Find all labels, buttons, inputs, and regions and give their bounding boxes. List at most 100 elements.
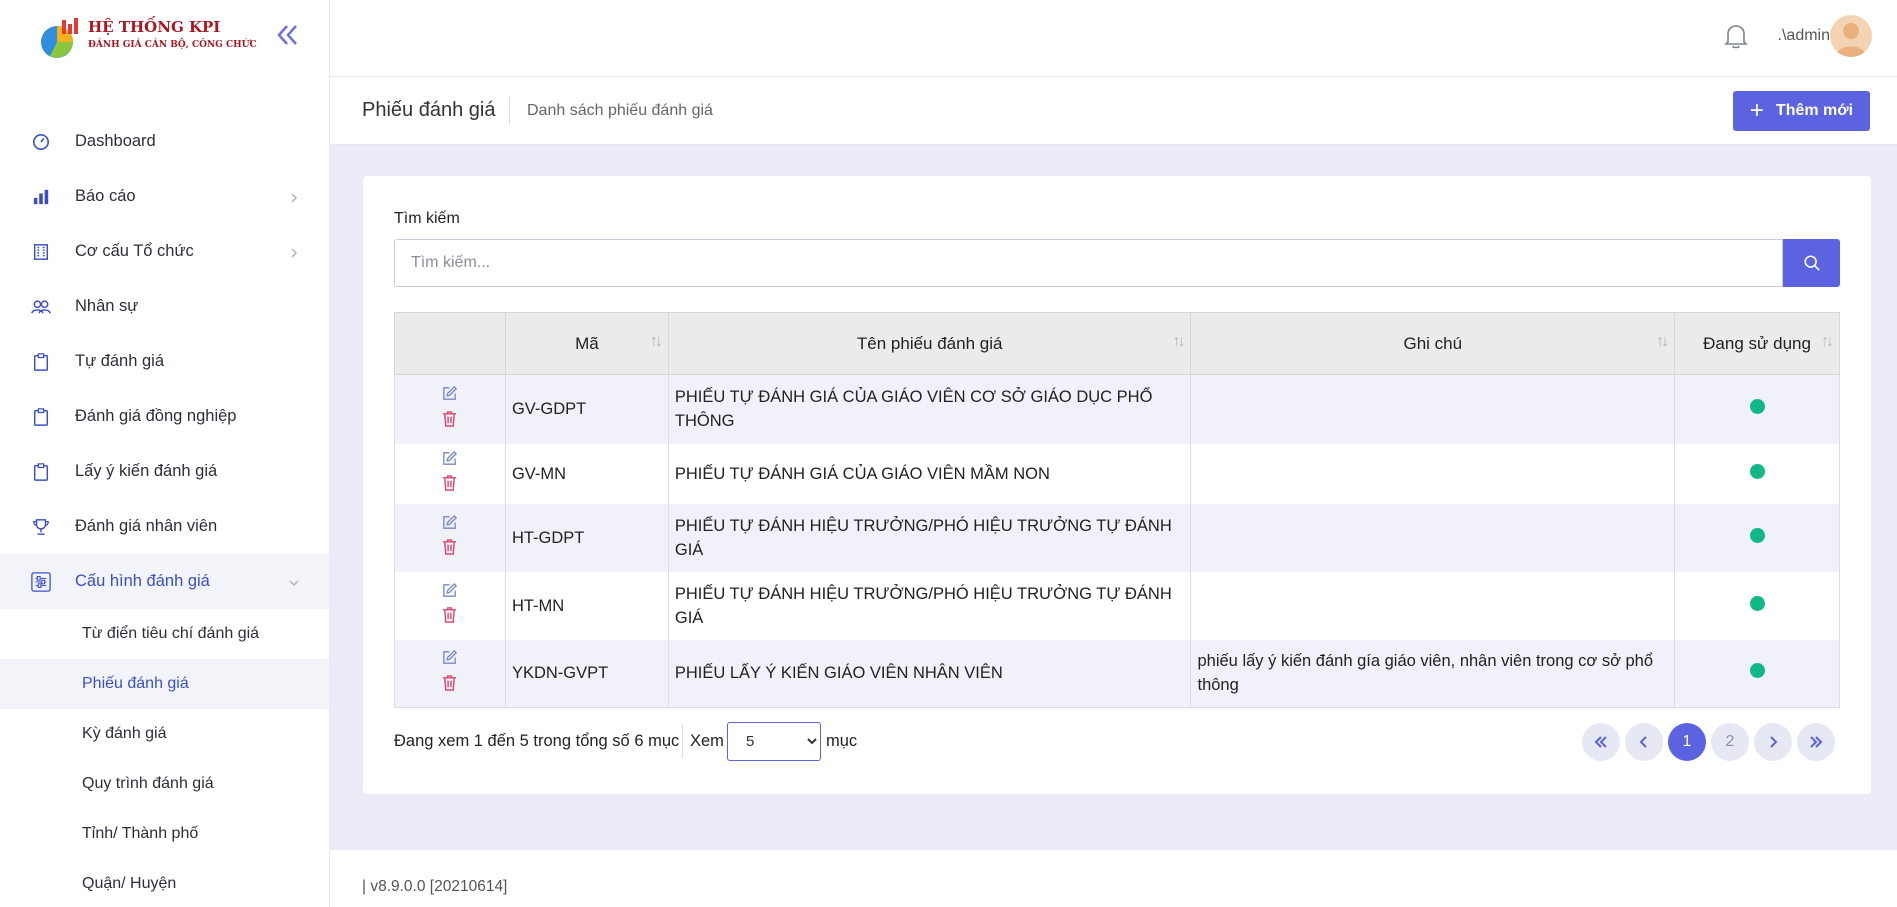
cell-active bbox=[1674, 443, 1840, 504]
page-button-1[interactable]: 1 bbox=[1668, 723, 1706, 761]
sidebar-item-staff-evaluation[interactable]: Đánh giá nhân viên bbox=[0, 499, 329, 554]
brand-subtitle: ĐÁNH GIÁ CÁN BỘ, CÔNG CHỨC bbox=[88, 40, 257, 50]
clipboard-icon bbox=[30, 461, 52, 483]
sidebar-item-opinion-survey[interactable]: Lấy ý kiến đánh giá bbox=[0, 444, 329, 499]
sidebar-item-label: Đánh giá nhân viên bbox=[75, 517, 218, 535]
search-input[interactable] bbox=[394, 239, 1783, 287]
pagination-divider bbox=[682, 724, 683, 758]
table-row: YKDN-GVPT PHIẾU LẤY Ý KIẾN GIÁO VIÊN NHÂ… bbox=[394, 639, 1840, 708]
sidebar-item-reports[interactable]: Báo cáo bbox=[0, 169, 329, 224]
bell-icon[interactable] bbox=[1723, 22, 1749, 50]
sidebar-item-label: Đánh giá đồng nghiệp bbox=[75, 407, 237, 425]
first-page-button[interactable] bbox=[1582, 723, 1620, 761]
edit-icon[interactable] bbox=[441, 649, 458, 673]
table-row: GV-GDPT PHIẾU TỰ ĐÁNH GIÁ CỦA GIÁO VIÊN … bbox=[394, 374, 1840, 444]
add-new-label: Thêm mới bbox=[1775, 102, 1854, 119]
edit-icon[interactable] bbox=[441, 582, 458, 606]
sidebar-menu: Dashboard Báo cáo Cơ cấu Tổ chức Nhân sự bbox=[0, 114, 329, 907]
topbar: .\admin bbox=[330, 0, 1897, 77]
sidebar-subitem-districts[interactable]: Quận/ Huyện bbox=[0, 859, 329, 907]
cell-code: HT-MN bbox=[504, 571, 669, 640]
bar-chart-icon bbox=[30, 186, 52, 208]
active-status-dot bbox=[1749, 595, 1765, 611]
search-button[interactable] bbox=[1783, 239, 1840, 287]
delete-icon[interactable] bbox=[442, 674, 457, 698]
column-header-note[interactable]: Ghi chú ↑↓ bbox=[1190, 312, 1676, 375]
cell-active bbox=[1674, 571, 1840, 640]
add-new-button[interactable]: + Thêm mới bbox=[1733, 91, 1870, 131]
chevron-right-icon bbox=[1770, 736, 1778, 748]
cell-code: GV-MN bbox=[504, 443, 669, 504]
sidebar-item-evaluation-config[interactable]: Cấu hình đánh giá bbox=[0, 554, 329, 609]
cell-name: PHIẾU TỰ ĐÁNH HIỆU TRƯỞNG/PHÓ HIỆU TRƯỞN… bbox=[667, 571, 1192, 640]
delete-icon[interactable] bbox=[442, 474, 457, 498]
page-size-unit: mục bbox=[826, 732, 858, 750]
content-card: Tìm kiếm Mã↑↓ Tên phiếu đánh giá↑↓ Ghi c… bbox=[363, 176, 1871, 794]
active-status-dot bbox=[1749, 399, 1765, 415]
sidebar-item-label: Cấu hình đánh giá bbox=[75, 572, 210, 590]
delete-icon[interactable] bbox=[442, 538, 457, 562]
edit-icon[interactable] bbox=[441, 514, 458, 538]
page-subtitle: Danh sách phiếu đánh giá bbox=[527, 102, 713, 119]
page-size-select[interactable]: 5 bbox=[727, 722, 821, 761]
page-title: Phiếu đánh giá bbox=[362, 99, 496, 121]
sidebar-item-dashboard[interactable]: Dashboard bbox=[0, 114, 329, 169]
sidebar-subitem-criteria-dictionary[interactable]: Từ điển tiêu chí đánh giá bbox=[0, 609, 329, 659]
cell-note bbox=[1190, 443, 1676, 504]
sidebar-item-peer-evaluation[interactable]: Đánh giá đồng nghiệp bbox=[0, 389, 329, 444]
settings-sliders-icon bbox=[30, 571, 52, 593]
row-actions bbox=[394, 571, 506, 640]
column-header-name[interactable]: Tên phiếu đánh giá ↑↓ bbox=[667, 312, 1192, 375]
delete-icon[interactable] bbox=[442, 410, 457, 434]
sidebar-item-self-evaluation[interactable]: Tự đánh giá bbox=[0, 334, 329, 389]
table-row: HT-MN PHIẾU TỰ ĐÁNH HIỆU TRƯỞNG/PHÓ HIỆU… bbox=[394, 571, 1840, 640]
users-icon bbox=[30, 296, 52, 318]
sidebar: HỆ THỐNG KPI ĐÁNH GIÁ CÁN BỘ, CÔNG CHỨC … bbox=[0, 0, 330, 907]
sort-icon: ↑↓ bbox=[1172, 333, 1185, 350]
active-status-dot bbox=[1749, 463, 1765, 479]
next-page-button[interactable] bbox=[1754, 723, 1792, 761]
sidebar-item-label: Cơ cấu Tổ chức bbox=[75, 242, 194, 260]
sidebar-subitem-evaluation-forms[interactable]: Phiếu đánh giá bbox=[0, 659, 329, 709]
cell-name: PHIẾU TỰ ĐÁNH HIỆU TRƯỞNG/PHÓ HIỆU TRƯỞN… bbox=[667, 503, 1192, 572]
building-icon bbox=[30, 241, 52, 263]
sort-icon: ↑↓ bbox=[1656, 333, 1669, 350]
evaluation-forms-table: Mã ↑↓ Tên phiếu đánh giá ↑↓ Ghi chú ↑↓ Đang… bbox=[394, 312, 1840, 708]
edit-icon[interactable] bbox=[441, 450, 458, 474]
sort-icon: ↑↓ bbox=[1821, 333, 1834, 350]
column-header-code[interactable]: Mã ↑↓ bbox=[504, 312, 669, 375]
sidebar-item-personnel[interactable]: Nhân sự bbox=[0, 279, 329, 334]
pagination-info: Đang xem 1 đến 5 trong tổng số 6 mục bbox=[394, 732, 680, 750]
sidebar-item-label: Nhân sự bbox=[75, 297, 139, 315]
sidebar-subitem-evaluation-periods[interactable]: Kỳ đánh giá bbox=[0, 709, 329, 759]
cell-code: HT-GDPT bbox=[504, 503, 669, 572]
page-button-2[interactable]: 2 bbox=[1711, 723, 1749, 761]
avatar[interactable] bbox=[1830, 15, 1872, 57]
cell-name: PHIẾU TỰ ĐÁNH GIÁ CỦA GIÁO VIÊN CƠ SỞ GI… bbox=[667, 374, 1192, 444]
brand-logo[interactable]: HỆ THỐNG KPI ĐÁNH GIÁ CÁN BỘ, CÔNG CHỨC bbox=[40, 14, 260, 64]
cell-note: phiếu lấy ý kiến đánh gía giáo viên, nhâ… bbox=[1190, 639, 1676, 708]
clipboard-icon bbox=[30, 351, 52, 373]
cell-code: GV-GDPT bbox=[504, 374, 669, 444]
collapse-sidebar-icon[interactable] bbox=[272, 20, 302, 50]
cell-note bbox=[1190, 571, 1676, 640]
cell-name: PHIẾU LẤY Ý KIẾN GIÁO VIÊN NHÂN VIÊN bbox=[667, 639, 1192, 708]
sidebar-item-label: Dashboard bbox=[75, 132, 156, 150]
brand-title: HỆ THỐNG KPI bbox=[88, 18, 221, 36]
footer-version: | v8.9.0.0 [20210614] bbox=[362, 878, 508, 895]
sidebar-item-organization[interactable]: Cơ cấu Tổ chức bbox=[0, 224, 329, 279]
cell-code: YKDN-GVPT bbox=[504, 639, 669, 708]
cell-active bbox=[1674, 374, 1840, 444]
edit-icon[interactable] bbox=[441, 385, 458, 409]
column-header-active[interactable]: Đang sử dụng ↑↓ bbox=[1674, 312, 1840, 375]
search-label: Tìm kiếm bbox=[394, 210, 460, 227]
sidebar-subitem-evaluation-process[interactable]: Quy trình đánh giá bbox=[0, 759, 329, 809]
sidebar-subitem-provinces[interactable]: Tỉnh/ Thành phố bbox=[0, 809, 329, 859]
previous-page-button[interactable] bbox=[1625, 723, 1663, 761]
row-actions bbox=[394, 503, 506, 572]
actions-column-header bbox=[394, 312, 506, 375]
username[interactable]: .\admin bbox=[1778, 27, 1830, 45]
sidebar-item-label: Tự đánh giá bbox=[75, 352, 165, 370]
last-page-button[interactable] bbox=[1797, 723, 1835, 761]
delete-icon[interactable] bbox=[442, 606, 457, 630]
